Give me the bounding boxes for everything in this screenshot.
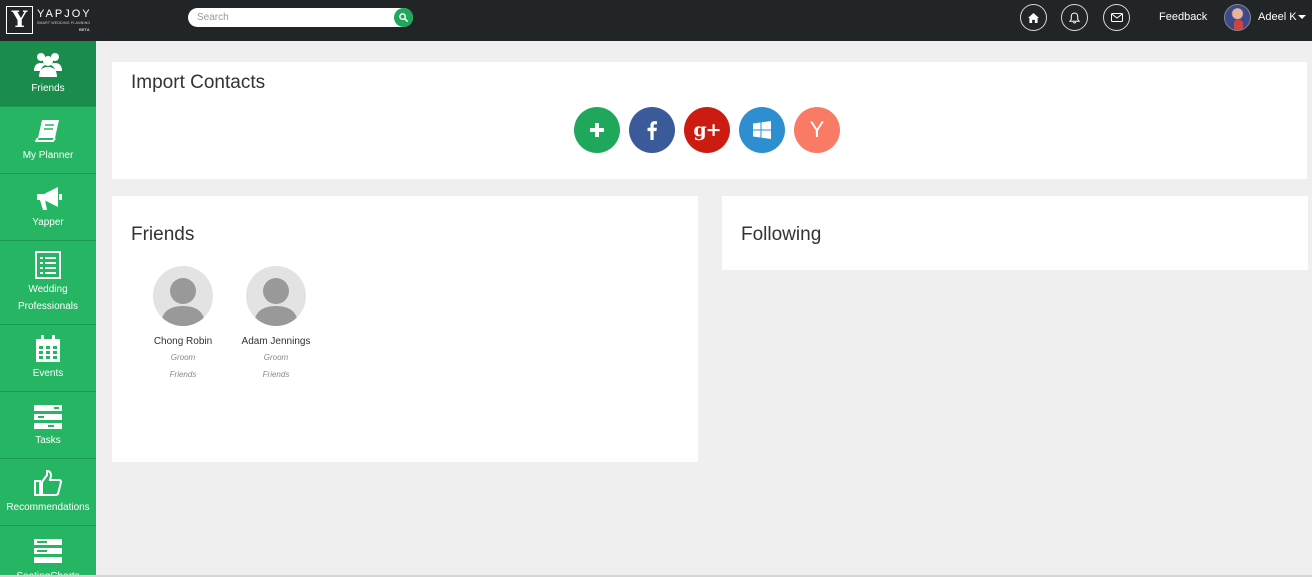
sidebar-item-label: Recommendations [6,502,90,513]
user-placeholder-icon [254,278,298,326]
user-avatar[interactable] [1224,4,1251,31]
import-facebook-button[interactable] [629,107,675,153]
import-contacts-title: Import Contacts [131,72,266,93]
friend-role: Groom [170,353,196,362]
top-bar: Y YAPJOY SMART WEDDING PLANNING BETA Fee… [0,0,1312,41]
sidebar-item-label: Events [32,368,64,379]
sidebar-item-label: Tasks [35,435,61,446]
add-contact-button[interactable] [574,107,620,153]
search-icon [399,13,408,22]
book-icon [0,119,96,143]
sidebar: Friends My Planner Yapper Wedding Profes… [0,41,96,577]
search-button[interactable] [394,8,413,27]
megaphone-icon [0,186,96,212]
import-contacts-card: Import Contacts g+ Y [112,62,1307,179]
sidebar-item-label: My Planner [22,150,74,161]
sidebar-item-label: Friends [31,83,65,94]
search-input[interactable] [197,9,387,26]
logo-tagline: SMART WEDDING PLANNING [37,21,91,25]
following-card: Following [722,196,1308,270]
yapjoy-icon: Y [809,117,825,142]
friend-role: Groom [263,353,289,362]
envelope-icon [1110,13,1123,22]
import-google-plus-button[interactable]: g+ [684,107,730,153]
list-icon [0,251,96,279]
windows-icon [753,121,771,139]
sidebar-item-tasks[interactable]: Tasks [0,393,96,459]
friend-group: Friends [169,370,197,379]
sidebar-item-recommendations[interactable]: Recommendations [0,460,96,526]
friends-title: Friends [131,224,195,245]
friend-avatar[interactable] [246,266,306,326]
user-placeholder-icon [161,278,205,326]
sidebar-item-label: Yapper [32,217,64,228]
friend-name[interactable]: Adam Jennings [226,335,326,349]
sidebar-item-my-planner[interactable]: My Planner [0,108,96,174]
sidebar-item-label: Wedding Professionals [17,284,79,312]
bell-icon [1069,11,1080,24]
google-plus-icon: g+ [693,119,721,141]
yapjoy-logo[interactable]: Y YAPJOY SMART WEDDING PLANNING BETA [6,6,94,34]
following-title: Following [741,224,822,245]
friends-card: Friends Chong Robin Groom Friends Adam J… [112,196,698,462]
feedback-link[interactable]: Feedback [1159,10,1207,24]
friend-avatar[interactable] [153,266,213,326]
friend-group: Friends [262,370,290,379]
friends-icon [0,50,96,78]
sidebar-item-events[interactable]: Events [0,326,96,392]
home-button[interactable] [1020,4,1047,31]
sidebar-item-seating-charts[interactable]: SeatingCharts [0,527,96,577]
user-menu[interactable]: Adeel K [1258,10,1297,24]
search-bar [188,8,413,27]
import-windows-button[interactable] [739,107,785,153]
calendar-icon [0,335,96,363]
home-icon [1028,12,1039,23]
import-yapjoy-button[interactable]: Y [794,107,840,153]
thumbs-up-icon [0,470,96,496]
beta-badge: BETA [79,27,90,32]
sidebar-item-wedding-professionals[interactable]: Wedding Professionals [0,242,96,325]
logo-wordmark: YAPJOY [37,8,92,20]
chevron-down-icon[interactable] [1298,15,1306,19]
messages-button[interactable] [1103,4,1130,31]
sidebar-item-friends[interactable]: Friends [0,41,96,107]
seating-icon [0,539,96,563]
plus-icon [590,123,604,137]
tasks-icon [0,405,96,429]
logo-mark: Y [6,6,33,34]
facebook-icon [647,121,657,140]
notifications-button[interactable] [1061,4,1088,31]
friend-name[interactable]: Chong Robin [133,335,233,349]
sidebar-item-yapper[interactable]: Yapper [0,175,96,241]
